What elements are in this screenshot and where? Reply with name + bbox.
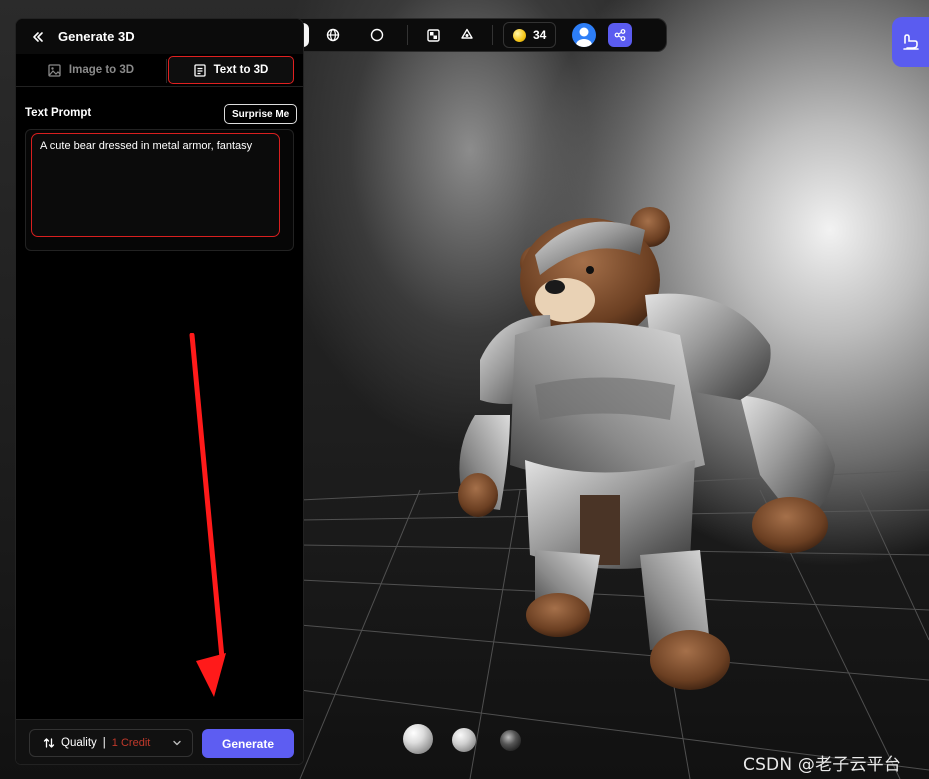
armored-bear-model[interactable] [440, 195, 840, 695]
sort-arrows-icon [43, 738, 55, 748]
document-icon [193, 63, 206, 77]
side-tool-button[interactable] [892, 17, 929, 67]
watermark: CSDN @老子云平台 [743, 755, 902, 775]
mode-tabs: Image to 3D Text to 3D [16, 56, 303, 87]
credits-count: 34 [533, 28, 547, 42]
panel-header: Generate 3D [16, 19, 303, 54]
remesh-button[interactable] [452, 23, 482, 47]
share-icon [614, 29, 626, 41]
metal-material-ball[interactable] [500, 730, 521, 751]
quality-credit: 1 Credit [111, 737, 151, 749]
generate-panel: Generate 3D Image to 3D Text to 3D Text … [15, 18, 304, 765]
clay-view-button[interactable] [357, 23, 397, 47]
quality-select[interactable]: Quality | 1 Credit [29, 729, 193, 757]
tab-label: Image to 3D [68, 64, 135, 76]
texture-button[interactable] [418, 23, 448, 47]
prompt-textarea[interactable]: A cute bear dressed in metal armor, fant… [31, 133, 280, 237]
texture-grid-icon [426, 28, 440, 42]
tab-divider [166, 59, 167, 83]
toolbar-divider [492, 25, 493, 45]
chevron-down-icon [173, 740, 181, 746]
quality-label: Quality [61, 737, 97, 749]
user-avatar[interactable] [572, 23, 597, 47]
user-icon [576, 27, 593, 47]
generate-button[interactable]: Generate [202, 729, 294, 758]
quality-separator: | [102, 737, 106, 749]
annotation-arrow [189, 333, 226, 697]
matte-material-ball[interactable] [403, 724, 433, 754]
viewport-toolbar: 34 [262, 18, 667, 52]
wireframe-globe-icon [326, 28, 340, 42]
coin-icon [513, 28, 526, 42]
share-button[interactable] [608, 23, 633, 47]
panel-title: Generate 3D [58, 29, 135, 44]
panel-footer: Quality | 1 Credit Generate [16, 719, 303, 764]
image-icon [48, 63, 61, 77]
surprise-me-button[interactable]: Surprise Me [224, 104, 298, 124]
hand-pointer-icon [902, 34, 919, 50]
prompt-container: A cute bear dressed in metal armor, fant… [25, 129, 294, 251]
glossy-material-ball[interactable] [452, 728, 476, 752]
clay-sphere-icon [370, 28, 384, 42]
prompt-label: Text Prompt [25, 107, 92, 119]
wireframe-view-button[interactable] [313, 23, 353, 47]
credits-badge[interactable]: 34 [503, 22, 557, 48]
collapse-chevrons-icon[interactable] [32, 31, 44, 43]
recycle-icon [461, 28, 473, 39]
toolbar-divider [407, 25, 408, 45]
tab-label: Text to 3D [213, 64, 269, 76]
tab-image-to-3d[interactable]: Image to 3D [16, 56, 166, 84]
tab-text-to-3d[interactable]: Text to 3D [168, 56, 294, 84]
